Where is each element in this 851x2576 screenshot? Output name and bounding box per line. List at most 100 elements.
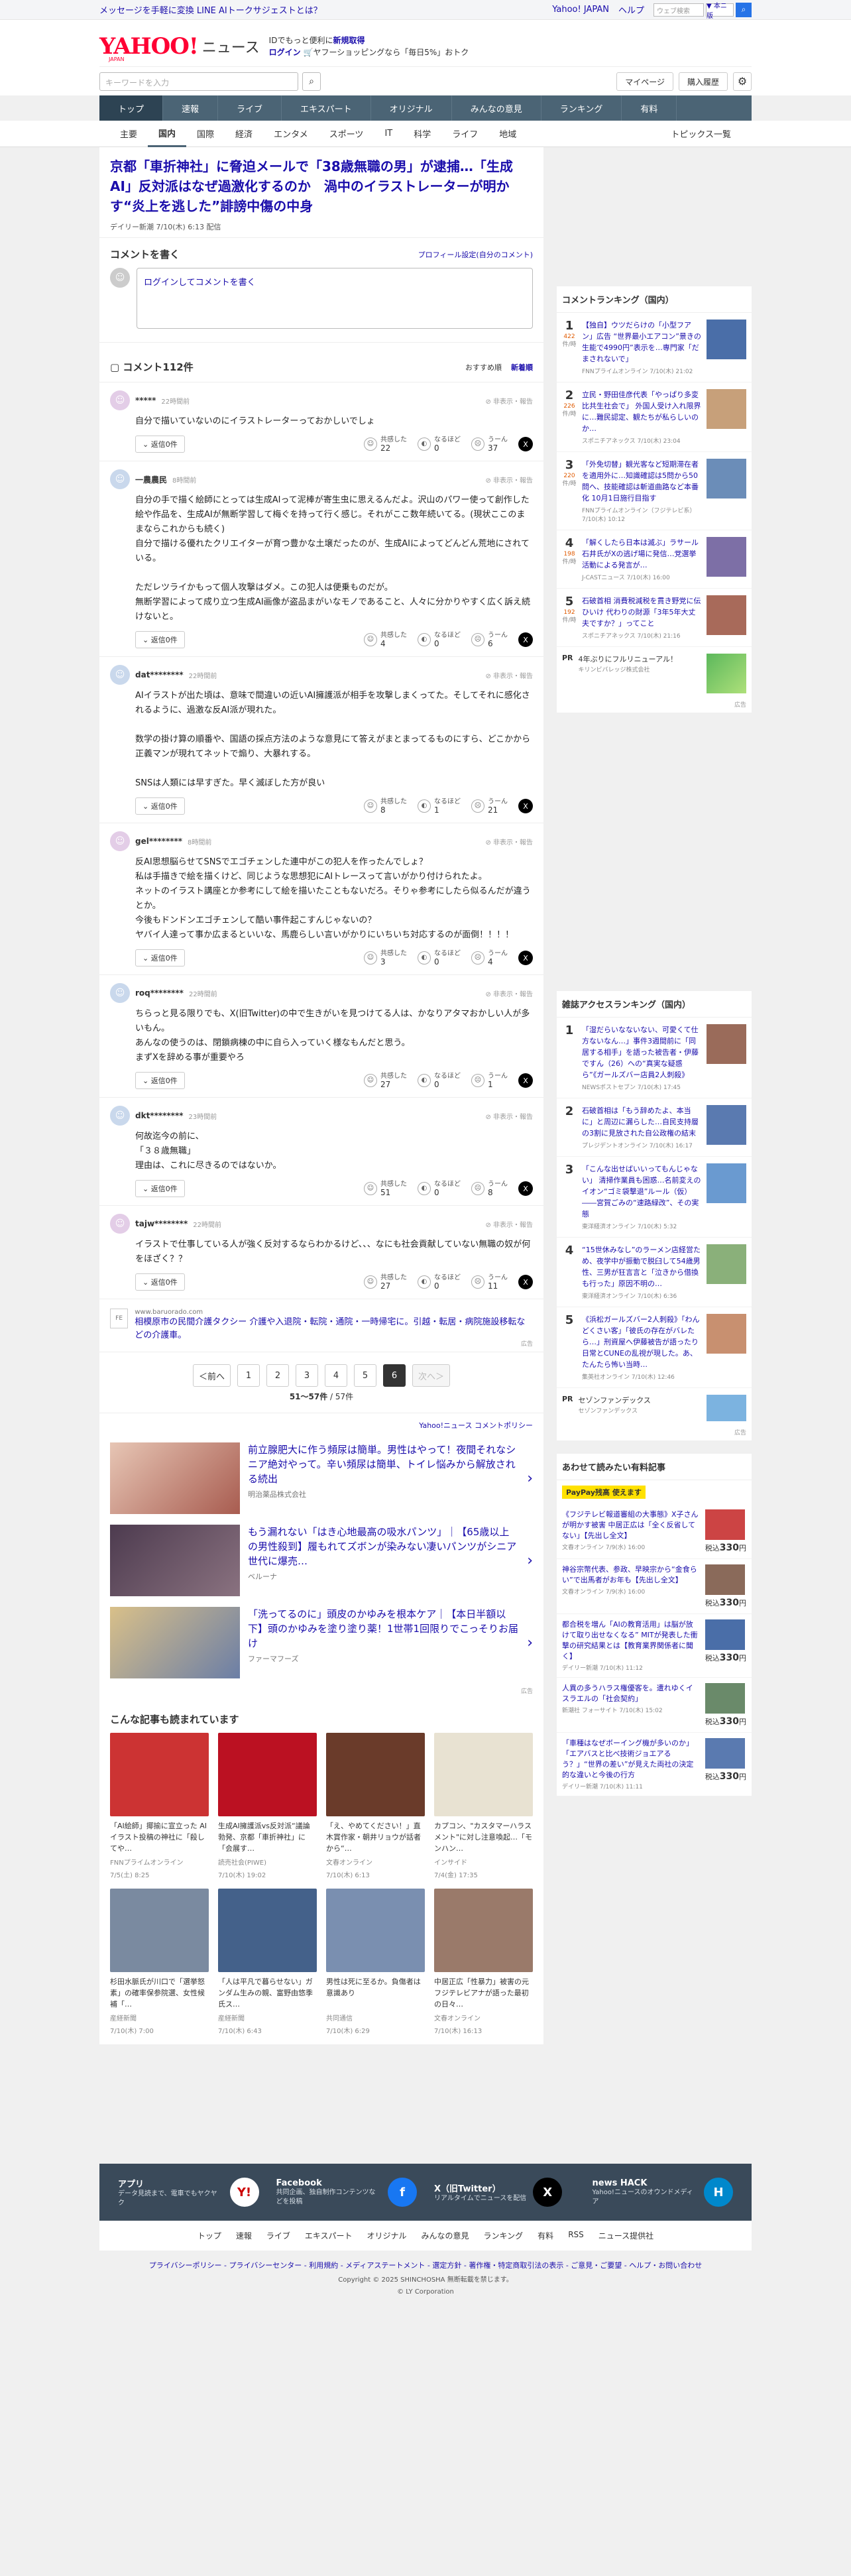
hmm-button[interactable]: ☹ うーん 8	[471, 1181, 508, 1197]
ranking-title[interactable]: 【独自】ウツだらけの「小型フアン」広告 “世界最小エアコン”景きの生能で4990…	[582, 320, 701, 365]
ad-title[interactable]: 相模原市の民間介護タクシー 介護や入退院・転院・通院・一時帰宅に。引越・転居・病…	[135, 1316, 533, 1342]
agree-button[interactable]: ☺ 共感した 8	[364, 798, 407, 814]
report-label[interactable]: 非表示・報告	[493, 398, 533, 406]
nav-top[interactable]: トップ	[99, 95, 164, 121]
read-more-card-title[interactable]: 「人は平凡で暮らせない」ガンダム生みの親、富野由悠季氏ス…	[218, 1976, 317, 2010]
reply-button[interactable]: ⌄ 返信0件	[135, 949, 185, 966]
gear-icon[interactable]: ⚙	[733, 72, 752, 91]
page-3[interactable]: 3	[296, 1364, 318, 1387]
think-button[interactable]: ◐ なるほど 1	[418, 798, 461, 814]
paid-item[interactable]: 人異の多うハラス権優客を。遭れゆくイスラエルの「社会契約」 新潮社 フォーサイト …	[557, 1678, 752, 1733]
read-more-card-title[interactable]: 男性は死に至るか。負傷者は意識あり	[326, 1976, 425, 2010]
agree-button[interactable]: ☺ 共感した 27	[364, 1274, 407, 1290]
report-link[interactable]: ⊘ 非表示・報告	[485, 396, 533, 406]
paid-item[interactable]: 神谷宗幣代表、参政、早映宗から“金食らい”で出馬者がお年も【先出し全文】 文春オン…	[557, 1559, 752, 1614]
reply-button[interactable]: ⌄ 返信0件	[135, 1072, 185, 1089]
paid-item[interactable]: 都合税を増ん「AIの教育活用」は脳が放けて取り出せなくなる” MITが発表した衝…	[557, 1614, 752, 1678]
report-label[interactable]: 非表示・報告	[493, 1222, 533, 1229]
x-share-icon[interactable]: X	[518, 1073, 533, 1088]
comment-login-field[interactable]: ログインしてコメントを書く	[137, 268, 533, 329]
access-item[interactable]: 4 “15世休みなし”のラーメン店経営ため、夜学中が振動で脱臼して54歳男性、三男…	[557, 1238, 752, 1307]
footer-app[interactable]: アプリ データ見読まで、電車でもヤクヤク Y!	[113, 2164, 264, 2221]
read-more-card[interactable]: 杉田水脈氏が川口で「選挙怒素」の確率保参院選、女性候補「… 産経新聞 7/10(木)…	[110, 1889, 209, 2035]
access-item[interactable]: 1 「湿だらいなないない、可愛くて仕方ないなん…」事件3週間前に「同居する相手」を…	[557, 1018, 752, 1098]
report-link[interactable]: ⊘ 非表示・報告	[485, 988, 533, 998]
footer-nav-item[interactable]: 速報	[236, 2230, 252, 2241]
paid-title[interactable]: 《フジテレビ報道審組の大事態》X子さんが明かす被害 中居正広は「全く反省してない…	[562, 1509, 700, 1541]
cat-world[interactable]: 国際	[186, 121, 225, 147]
search-scope-select[interactable]: ▼ 本ニ版	[706, 3, 734, 20]
x-share-icon[interactable]: X	[518, 799, 533, 813]
read-more-card-title[interactable]: カプコン、"カスタマーハラスメント"に対し注意喚起…「モンハン…	[434, 1820, 533, 1854]
sponsored-item[interactable]: 「洗ってるのに」頭皮のかゆみを根本ケア｜【本日半額以下】頭のかゆみを塗り塗り薬！…	[99, 1602, 543, 1684]
report-label[interactable]: 非表示・報告	[493, 477, 533, 485]
sponsored-item[interactable]: もう漏れない「はき心地最高の吸水パンツ」｜【65歳以上の男性殺到】履もれてズボン…	[99, 1519, 543, 1602]
nav-paid[interactable]: 有料	[622, 95, 677, 121]
access-title[interactable]: 「湿だらいなないない、可愛くて仕方ないなん…」事件3週間前に「同居する相手」を語…	[582, 1024, 701, 1081]
read-more-card-title[interactable]: 杉田水脈氏が川口で「選挙怒素」の確率保参院選、女性候補「…	[110, 1976, 209, 2010]
cat-main[interactable]: 主要	[109, 121, 148, 147]
reply-button[interactable]: ⌄ 返信0件	[135, 1273, 185, 1291]
think-button[interactable]: ◐ なるほど 0	[418, 632, 461, 648]
page-6-current[interactable]: 6	[383, 1364, 406, 1387]
read-more-card[interactable]: 「AI絵師」揶揄に宣立った AIイラスト投稿の神社に「殺してや… FNNプライムオ…	[110, 1733, 209, 1879]
agree-button[interactable]: ☺ 共感した 51	[364, 1181, 407, 1197]
read-more-card[interactable]: 「え、やめてください！」直木賞作家・朝井リョウが話者から“… 文春オンライン 7/1…	[326, 1733, 425, 1879]
next-page-button[interactable]: 次へ＞	[412, 1364, 451, 1387]
sponsored-item[interactable]: 前立腺肥大に作う頻尿は簡単。男性はやって！夜間それなシニア絶対やって。辛い頻尿は…	[99, 1437, 543, 1519]
access-title[interactable]: “15世休みなし”のラーメン店経営ため、夜学中が振動で脱臼して54歳男性、三男が…	[582, 1244, 701, 1289]
access-title[interactable]: 《浜松ガールズバー2人刺殺》「わんどくさい客」「彼氏の存在がバレたら…」刑資屋へ…	[582, 1314, 701, 1370]
comment-author[interactable]: roq********	[135, 988, 184, 998]
ranking-title[interactable]: 立民・野田佳彦代表「やっぱり多変比共生社会で」 外国人受け入れ限界に…難民認定、…	[582, 389, 701, 434]
sort-newest[interactable]: 新着順	[511, 362, 533, 373]
think-button[interactable]: ◐ なるほど 0	[418, 1181, 461, 1197]
hmm-button[interactable]: ☹ うーん 4	[471, 950, 508, 966]
read-more-card[interactable]: 男性は死に至るか。負傷者は意識あり 共同通信 7/10(木) 6:29	[326, 1889, 425, 2035]
read-more-card[interactable]: 中居正広「性暴力」被害の元フジテレビアナが語った最初の日々… 文春オンライン 7/1…	[434, 1889, 533, 2035]
ranking-item[interactable]: 2 226 件/時 立民・野田佳彦代表「やっぱり多変比共生社会で」 外国人受け入れ限界…	[557, 382, 752, 452]
article-title[interactable]: 京都「車折神社」に脅迫メールで「38歳無職の男」が逮捕…「生成AI」反対派はなぜ…	[110, 156, 533, 216]
cat-sports[interactable]: スポーツ	[319, 121, 374, 147]
access-title[interactable]: 石破首相は「もう辞めたよ、本当に」と周辺に漏らした…自民支持層の3割に見放された…	[582, 1105, 701, 1139]
access-item[interactable]: 3 「こんな出せばいいってもんじゃない」 清掃作業員も困惑…名前変えのイオン“ゴミ…	[557, 1157, 752, 1238]
reply-label[interactable]: 返信0件	[151, 440, 178, 449]
hmm-button[interactable]: ☹ うーん 6	[471, 632, 508, 648]
ranking-item[interactable]: 5 192 件/時 石破首相 消費税減税を貫き野党に伝ひいけ 代わりの財源「3年5年大…	[557, 589, 752, 647]
ai-notice-link[interactable]: メッセージを手軽に変換 LINE AIトークサジェストとは？	[99, 3, 322, 16]
cat-science[interactable]: 科学	[403, 121, 441, 147]
access-pr-title[interactable]: セゾンファンデックス	[579, 1395, 701, 1406]
yahoo-news-logo[interactable]: YAHOO! JAPAN ニュース	[99, 35, 260, 62]
read-more-card[interactable]: 生成AI擁護派vs反対派“議論勃発、京都「車折神社」に「会展す… 読売社会(PIW…	[218, 1733, 317, 1879]
cat-it[interactable]: IT	[374, 121, 403, 147]
report-link[interactable]: ⊘ 非表示・報告	[485, 1111, 533, 1121]
footer-links[interactable]: プライバシーポリシー - プライバシーセンター - 利用規約 - メディアステー…	[0, 2251, 851, 2274]
agree-button[interactable]: ☺ 共感した 3	[364, 950, 407, 966]
reply-label[interactable]: 返信0件	[151, 1278, 178, 1287]
paid-item[interactable]: 《フジテレビ報道審組の大事態》X子さんが明かす被害 中居正広は「全く反省してない…	[557, 1504, 752, 1559]
news-search-input[interactable]: キーワードを入力	[99, 72, 298, 91]
topics-list-link[interactable]: トピックス一覧	[660, 121, 742, 147]
ranking-title[interactable]: 「解くしたら日本は滅ぶ」ラサール石井氏がXの逃げ場に発信…党選挙活動による発言が…	[582, 537, 701, 571]
footer-nav-item[interactable]: オリジナル	[367, 2230, 407, 2241]
nav-breaking[interactable]: 速報	[163, 95, 219, 121]
purchase-history-button[interactable]: 購入履歴	[678, 72, 728, 91]
paid-title[interactable]: 都合税を増ん「AIの教育活用」は脳が放けて取り出せなくなる” MITが発表した衝…	[562, 1619, 700, 1662]
think-button[interactable]: ◐ なるほど 0	[418, 1274, 461, 1290]
footer-nav-item[interactable]: RSS	[568, 2230, 584, 2241]
nav-ranking[interactable]: ランキング	[541, 95, 622, 121]
paid-title[interactable]: 「車種はなぜボーイング機が多いのか」「エアバスと比べ技術ジョエアるう？」“世界の…	[562, 1738, 700, 1781]
read-more-card-title[interactable]: 中居正広「性暴力」被害の元フジテレビアナが語った最初の日々…	[434, 1976, 533, 2010]
access-pr[interactable]: PR セゾンファンデックス セゾンファンデックス	[557, 1388, 752, 1428]
comment-policy-link[interactable]: Yahoo!ニュース コメントポリシー	[99, 1413, 543, 1437]
read-more-card[interactable]: カプコン、"カスタマーハラスメント"に対し注意喚起…「モンハン… インサイド 7/4…	[434, 1733, 533, 1879]
prev-page-button[interactable]: ＜前へ	[192, 1364, 231, 1387]
read-more-card[interactable]: 「人は平凡で暮らせない」ガンダム生みの親、富野由悠季氏ス… 産経新聞 7/10(木)…	[218, 1889, 317, 2035]
hmm-button[interactable]: ☹ うーん 1	[471, 1073, 508, 1088]
footer-nav-item[interactable]: ライブ	[266, 2230, 290, 2241]
think-button[interactable]: ◐ なるほど 0	[418, 1073, 461, 1088]
comment-author[interactable]: *****	[135, 396, 156, 405]
comment-author[interactable]: gel********	[135, 837, 182, 846]
web-search-button[interactable]: ⌕	[736, 2, 752, 17]
cat-economy[interactable]: 経済	[225, 121, 263, 147]
footer-nav-item[interactable]: トップ	[198, 2230, 221, 2241]
